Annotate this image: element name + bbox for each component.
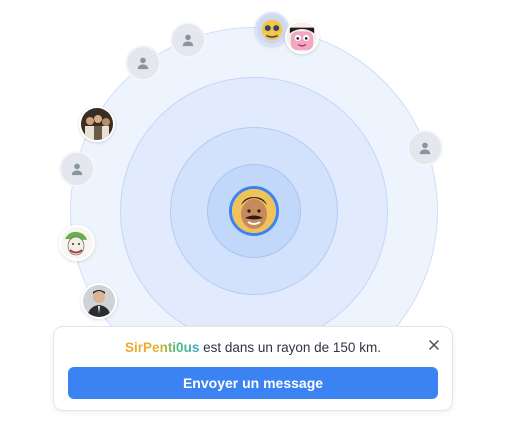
nearby-user-avatar[interactable] <box>79 106 115 142</box>
nearby-user-avatar[interactable] <box>59 225 95 261</box>
notification-text: SirPenti0us est dans un rayon de 150 km. <box>54 340 452 355</box>
nearby-user-avatar[interactable] <box>407 130 443 166</box>
notification-message: est dans un rayon de 150 km. <box>199 340 381 355</box>
nearby-username[interactable]: SirPenti0us <box>125 340 199 355</box>
cartoon-character-photo <box>257 14 287 44</box>
close-button[interactable] <box>426 337 442 353</box>
person-placeholder-icon <box>182 34 194 47</box>
person-placeholder-icon <box>419 142 431 155</box>
suited-man-photo <box>83 285 115 317</box>
nearby-user-avatar[interactable] <box>255 12 289 46</box>
close-icon <box>429 340 439 350</box>
person-placeholder-icon <box>137 57 149 70</box>
person-placeholder-icon <box>71 163 83 176</box>
nearby-user-avatar[interactable] <box>285 20 319 54</box>
cartoon-pink-character-photo <box>287 22 317 52</box>
center-user-avatar[interactable] <box>229 186 279 236</box>
nearby-user-avatar[interactable] <box>59 151 95 187</box>
mustached-man-photo <box>232 189 276 233</box>
nearby-user-avatar[interactable] <box>125 45 161 81</box>
nearby-notification-card: SirPenti0us est dans un rayon de 150 km.… <box>53 326 453 411</box>
send-message-button[interactable]: Envoyer un message <box>68 367 438 399</box>
joker-drawing-photo <box>61 227 93 259</box>
group-photo <box>81 108 113 140</box>
nearby-user-avatar[interactable] <box>81 283 117 319</box>
nearby-user-avatar[interactable] <box>170 22 206 58</box>
